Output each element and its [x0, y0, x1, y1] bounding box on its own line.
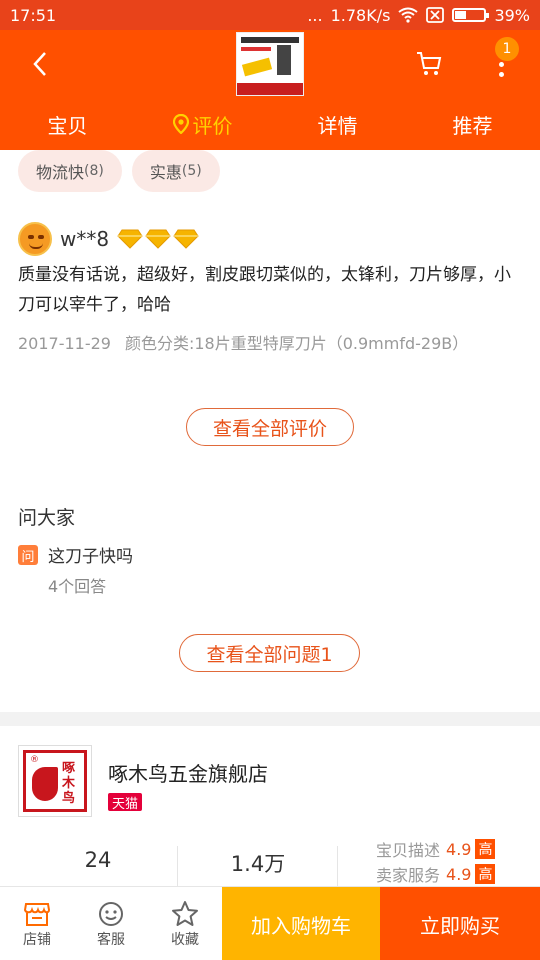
review-date: 2017-11-29: [18, 334, 111, 353]
favorite-button[interactable]: 收藏: [148, 887, 222, 960]
shop-button[interactable]: 店铺: [0, 887, 74, 960]
signal-dots: ...: [307, 5, 323, 25]
store-logo[interactable]: ® 啄木鸟: [18, 745, 92, 817]
tab-recommend[interactable]: 推荐: [405, 98, 540, 150]
question-icon: 问: [18, 545, 38, 565]
buy-now-button[interactable]: 立即购买: [380, 887, 540, 960]
shop-icon: [23, 899, 51, 929]
diamond-icon: [173, 229, 199, 249]
store-rating-row: 宝贝描述 4.9 高: [376, 837, 496, 861]
tab-reviews[interactable]: 评价: [135, 98, 270, 150]
tab-product[interactable]: 宝贝: [0, 98, 135, 150]
back-icon: [33, 52, 46, 76]
answer-count: 4个回答: [48, 577, 107, 596]
ask-section-title: 问大家: [18, 507, 76, 529]
battery-percent: 39%: [494, 5, 530, 25]
back-button[interactable]: [22, 46, 58, 82]
diamond-icon: [117, 229, 143, 249]
status-bar: 17:51 ... 1.78K/s 39%: [0, 0, 540, 30]
avatar: [18, 222, 52, 256]
store-name[interactable]: 啄木鸟五金旗舰店: [108, 758, 268, 787]
bird-logo-icon: [32, 767, 58, 801]
cart-button[interactable]: [414, 48, 446, 80]
notification-badge: 1: [495, 37, 519, 61]
tmall-badge: 天猫: [108, 793, 143, 812]
store-logo-text: 啄木鸟: [62, 761, 76, 806]
cart-icon: [417, 52, 442, 75]
user-level-badges: [117, 229, 199, 249]
review-user: w**8: [18, 222, 199, 256]
product-header: 1: [0, 30, 540, 98]
star-icon: [171, 899, 199, 929]
more-icon: [498, 61, 504, 67]
review-tag-chip[interactable]: 实惠 (5): [131, 150, 220, 192]
network-speed: 1.78K/s: [330, 5, 391, 25]
product-tabs: 宝贝 评价 详情 推荐: [0, 98, 540, 150]
store-rating-row: 卖家服务 4.9 高: [376, 862, 496, 886]
rating-level-badge: 高: [475, 864, 496, 884]
review-tags: 物流快 (8) 实惠 (5): [18, 150, 220, 192]
status-time: 17:51: [10, 5, 57, 25]
diamond-icon: [145, 229, 171, 249]
question-text[interactable]: 这刀子快吗: [48, 542, 133, 567]
store-stat: 24: [84, 848, 112, 872]
service-icon: [97, 899, 125, 929]
rating-level-badge: 高: [475, 839, 496, 859]
review-sku: 颜色分类:18片重型特厚刀片（0.9mmfd-29B）: [124, 334, 469, 353]
sim-icon: [426, 7, 445, 23]
stat-divider: [337, 846, 338, 886]
wifi-icon: [398, 7, 419, 23]
review-text: 质量没有话说，超级好，割皮跟切菜似的，太锋利，刀片够厚，小刀可以宰牛了，哈哈: [18, 265, 511, 315]
view-all-questions-button[interactable]: 查看全部问题1: [179, 634, 360, 672]
add-to-cart-button[interactable]: 加入购物车: [222, 887, 380, 960]
customer-service-button[interactable]: 客服: [74, 887, 148, 960]
bottom-action-bar: 店铺 客服 收藏 加入购物车 立即购买: [0, 886, 540, 960]
location-pin-icon: [172, 114, 189, 134]
store-stat: 1.4万: [230, 852, 286, 876]
product-thumbnail[interactable]: [236, 32, 304, 96]
review-meta: 2017-11-29 颜色分类:18片重型特厚刀片（0.9mmfd-29B）: [18, 330, 468, 354]
review-username: w**8: [60, 227, 110, 251]
section-divider: [0, 712, 540, 726]
review-tag-chip[interactable]: 物流快 (8): [18, 150, 122, 192]
view-all-reviews-button[interactable]: 查看全部评价: [186, 408, 354, 446]
tab-details[interactable]: 详情: [270, 98, 405, 150]
battery-icon: [452, 8, 490, 22]
